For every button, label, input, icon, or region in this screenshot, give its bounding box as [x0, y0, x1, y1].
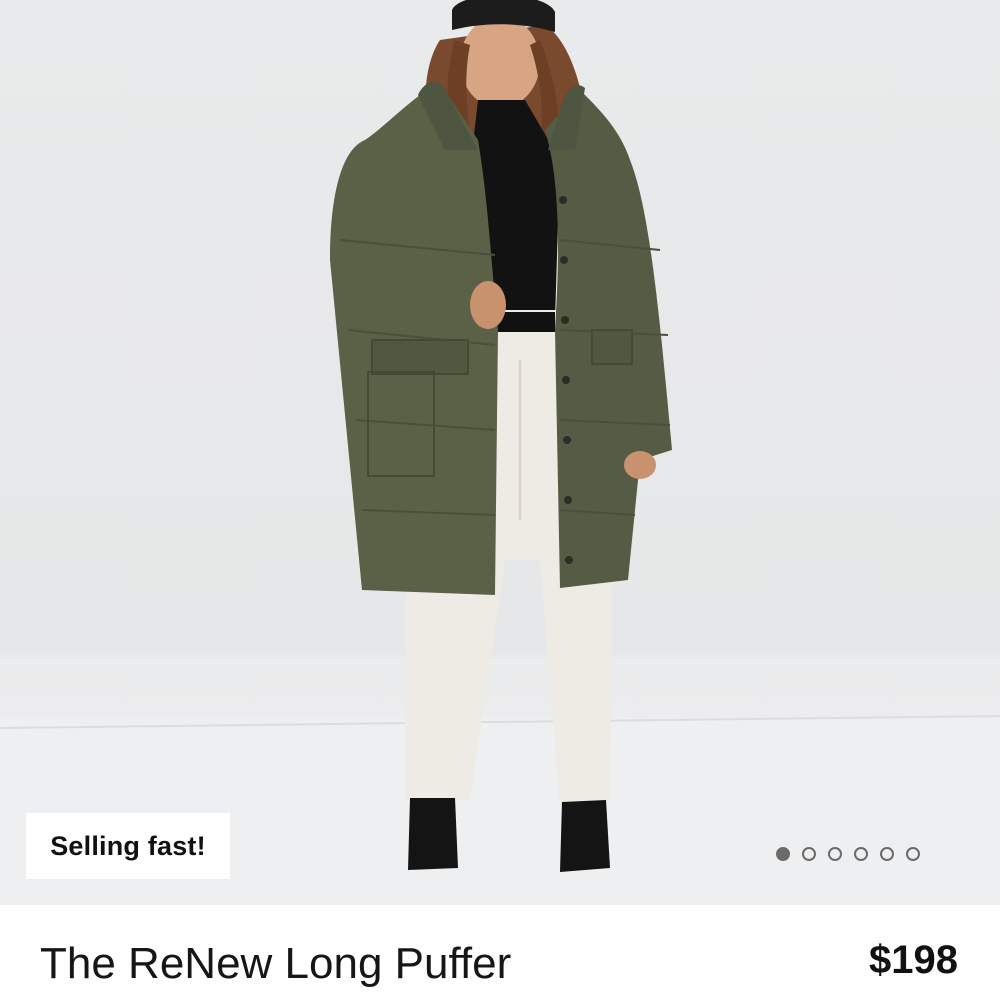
model-photo-illustration [0, 0, 1000, 905]
carousel-dot-4[interactable] [854, 847, 868, 861]
right-pocket-flap [591, 329, 633, 365]
selling-fast-badge: Selling fast! [26, 813, 230, 879]
right-hand [624, 451, 656, 479]
belt [497, 312, 555, 332]
carousel-dot-2[interactable] [802, 847, 816, 861]
carousel-dot-6[interactable] [906, 847, 920, 861]
carousel-dot-5[interactable] [880, 847, 894, 861]
product-price: $198 [869, 938, 958, 982]
product-image[interactable] [0, 0, 1000, 905]
carousel-pagination[interactable] [776, 847, 920, 861]
product-name[interactable]: The ReNew Long Puffer [40, 934, 511, 994]
product-card[interactable]: Selling fast! The ReNew Long Puffer $198 [0, 0, 1000, 1000]
face [460, 16, 540, 108]
left-pocket-flap [371, 339, 469, 375]
carousel-dot-3[interactable] [828, 847, 842, 861]
left-hand [470, 281, 506, 329]
left-boot [408, 798, 458, 870]
right-boot [560, 800, 610, 872]
carousel-dot-1[interactable] [776, 847, 790, 861]
